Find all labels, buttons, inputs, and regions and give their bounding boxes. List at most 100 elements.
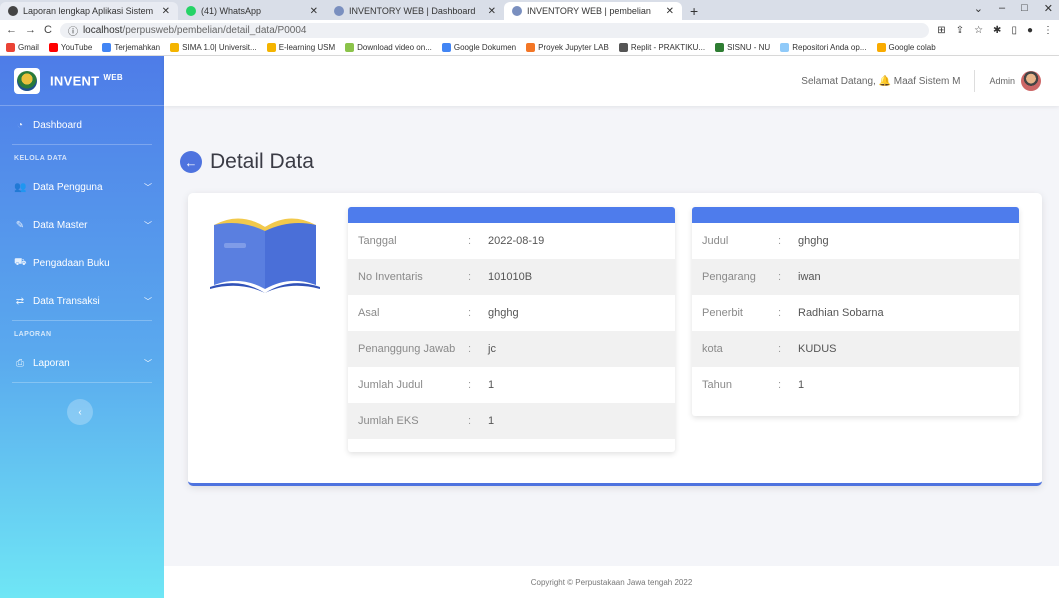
sidebar-item-pengadaan-buku[interactable]: ⛟ Pengadaan Buku: [0, 244, 164, 282]
tab-search-icon[interactable]: ⌄: [974, 2, 983, 15]
separator: :: [468, 307, 472, 319]
bookmark-icon: [266, 43, 276, 52]
star-icon[interactable]: ☆: [974, 25, 983, 36]
chevron-down-icon: ﹀: [144, 358, 152, 368]
book-icon: [210, 218, 320, 293]
panel-header: [348, 207, 675, 223]
sidebar-item-data-master[interactable]: ✎ Data Master ﹀: [0, 206, 164, 244]
share-icon[interactable]: ⇪: [956, 25, 964, 36]
bookmark-item[interactable]: Google Dokumen: [441, 43, 516, 52]
tab-favicon-icon: [334, 6, 344, 16]
detail-card: Tanggal: 2022-08-19 No Inventaris: 101010B A…: [188, 193, 1042, 486]
bookmark-item[interactable]: SISNU - NU: [715, 43, 770, 52]
detail-panel-right: Judul: ghghg Pengarang: iwan Penerbit: Radhia…: [692, 207, 1019, 416]
tab-favicon-icon: [8, 6, 18, 16]
brand[interactable]: INVENT WEB: [0, 56, 164, 106]
tachometer-icon: ◔: [16, 119, 24, 131]
extensions-icon[interactable]: ✱: [993, 25, 1001, 36]
detail-label: Judul: [702, 235, 729, 247]
edit-icon: ✎: [15, 219, 25, 231]
menu-icon[interactable]: ⋮: [1043, 25, 1053, 36]
browser-tab-active[interactable]: INVENTORY WEB | pembelian ✕: [504, 2, 682, 20]
panel-header: [692, 207, 1019, 223]
bookmark-item[interactable]: Replit - PRAKTIKU...: [618, 43, 705, 52]
logo-icon: [14, 67, 40, 94]
bookmark-icon: [48, 43, 58, 52]
reload-icon[interactable]: C: [44, 24, 52, 36]
detail-label: Pengarang: [702, 271, 756, 283]
detail-value: 1: [488, 415, 495, 427]
browser-tab-bar: Laporan lengkap Aplikasi Sistem ✕ (41) W…: [0, 0, 1059, 20]
detail-row: Penanggung Jawab: jc: [348, 331, 675, 367]
chevron-down-icon: ﹀: [144, 296, 152, 306]
exchange-icon: ⇄: [15, 295, 25, 307]
detail-row: Jumlah Judul: 1: [348, 367, 675, 403]
profile-icon[interactable]: ●: [1027, 25, 1033, 36]
browser-tab[interactable]: (41) WhatsApp ✕: [178, 2, 326, 20]
bookmark-icon: [6, 43, 15, 52]
detail-value: Radhian Sobarna: [798, 307, 884, 319]
whatsapp-icon: [186, 6, 196, 16]
detail-row: Judul: ghghg: [692, 223, 1019, 259]
close-tab-icon[interactable]: ✕: [162, 6, 170, 17]
bookmark-item[interactable]: Download video on...: [345, 43, 432, 52]
bookmark-item[interactable]: E-learning USM: [266, 43, 335, 52]
sidebar-toggle-button[interactable]: ‹: [67, 399, 93, 425]
window-controls: ⌄ – □ ✕: [974, 2, 1053, 15]
sidebar: INVENT WEB ◔ Dashboard KELOLA DATA 👥 Dat…: [0, 56, 164, 598]
bookmark-icon: [345, 43, 355, 52]
separator: :: [778, 235, 782, 247]
browser-tab[interactable]: Laporan lengkap Aplikasi Sistem ✕: [0, 2, 178, 20]
close-window-icon[interactable]: ✕: [1044, 2, 1053, 15]
url-field[interactable]: ⓘ localhost/perpusweb/pembelian/detail_d…: [59, 22, 930, 38]
avatar: [1021, 71, 1041, 91]
bookmark-item[interactable]: Proyek Jupyter LAB: [526, 43, 609, 52]
maximize-icon[interactable]: □: [1021, 2, 1028, 15]
greeting-text: Selamat Datang, 🔔 Maaf Sistem M: [801, 70, 976, 92]
sidebar-item-data-transaksi[interactable]: ⇄ Data Transaksi ﹀: [0, 282, 164, 320]
bookmark-icon: [526, 43, 536, 52]
bookmark-icon: [102, 43, 112, 52]
new-tab-icon[interactable]: +: [682, 2, 706, 20]
user-menu[interactable]: Admin: [975, 71, 1041, 91]
detail-row: Asal: ghghg: [348, 295, 675, 331]
forward-arrow-icon[interactable]: →: [25, 24, 36, 36]
sidepanel-icon[interactable]: ▯: [1011, 25, 1017, 36]
cart-icon: ⛟: [14, 256, 27, 268]
user-name: Admin: [989, 76, 1015, 86]
translate-icon[interactable]: ⊞: [937, 25, 945, 36]
detail-label: kota: [702, 343, 723, 355]
sidebar-item-dashboard[interactable]: ◔ Dashboard: [0, 106, 164, 144]
bookmark-item[interactable]: SIMA 1.0| Universit...: [170, 43, 257, 52]
separator: :: [468, 415, 472, 427]
minimize-icon[interactable]: –: [999, 2, 1005, 15]
browser-tab[interactable]: INVENTORY WEB | Dashboard ✕: [326, 2, 504, 20]
detail-label: No Inventaris: [358, 271, 423, 283]
back-arrow-icon[interactable]: ←: [6, 24, 17, 36]
page-header: ← Detail Data: [180, 150, 314, 174]
detail-value: 1: [798, 379, 805, 391]
bookmark-item[interactable]: Google colab: [876, 43, 936, 52]
close-tab-icon[interactable]: ✕: [666, 6, 674, 17]
detail-value: ghghg: [488, 307, 519, 319]
bookmark-item[interactable]: YouTube: [48, 43, 92, 52]
info-icon: ⓘ: [67, 26, 78, 38]
detail-value: ghghg: [798, 235, 829, 247]
detail-label: Asal: [358, 307, 380, 319]
nav-heading-kelola: KELOLA DATA: [14, 155, 68, 162]
detail-row: kota: KUDUS: [692, 331, 1019, 367]
separator: :: [468, 379, 472, 391]
bookmark-item[interactable]: Terjemahkan: [102, 43, 160, 52]
close-tab-icon[interactable]: ✕: [310, 6, 318, 17]
chevron-left-icon: ‹: [78, 406, 82, 418]
detail-value: KUDUS: [798, 343, 837, 355]
separator: :: [468, 343, 472, 355]
close-tab-icon[interactable]: ✕: [488, 6, 496, 17]
sidebar-item-data-pengguna[interactable]: 👥 Data Pengguna ﹀: [0, 168, 164, 206]
users-icon: 👥: [14, 181, 27, 193]
sidebar-item-laporan[interactable]: ⎙ Laporan ﹀: [0, 344, 164, 382]
bookmark-icon: [441, 43, 451, 52]
back-button[interactable]: ←: [180, 151, 202, 173]
bookmark-item[interactable]: Gmail: [6, 43, 39, 52]
bookmark-item[interactable]: Repositori Anda op...: [780, 43, 867, 52]
